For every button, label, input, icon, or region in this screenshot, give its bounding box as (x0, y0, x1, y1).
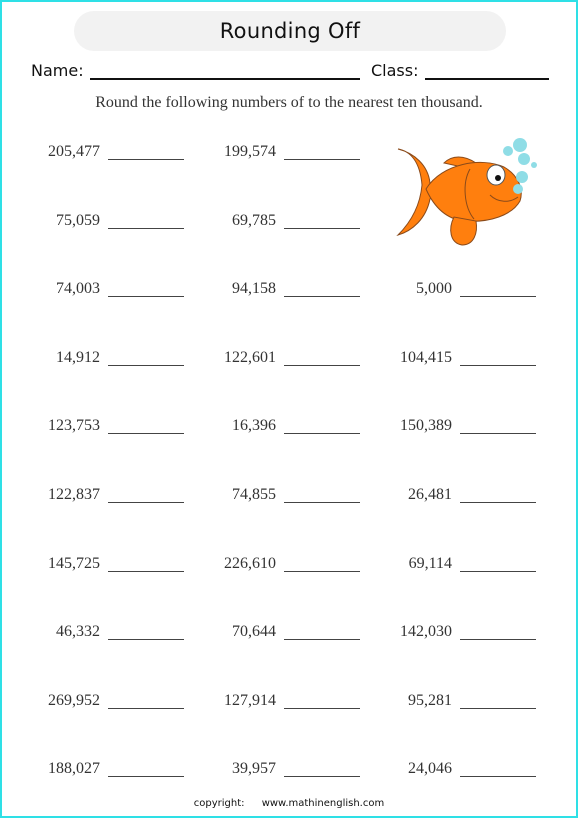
answer-blank[interactable] (284, 296, 360, 297)
answer-blank[interactable] (108, 228, 184, 229)
answer-blank[interactable] (108, 708, 184, 709)
answer-blank[interactable] (460, 776, 536, 777)
problem-number: 24,046 (408, 760, 452, 777)
problem-number: 123,753 (48, 417, 100, 434)
fish-icon (396, 148, 522, 246)
answer-blank[interactable] (284, 571, 360, 572)
problem-number: 269,952 (48, 692, 100, 709)
class-field[interactable] (425, 78, 549, 80)
page-title: Rounding Off (219, 19, 361, 43)
problem-number: 104,415 (400, 349, 452, 366)
answer-blank[interactable] (460, 708, 536, 709)
goldfish-illustration (396, 138, 537, 246)
answer-blank[interactable] (284, 159, 360, 160)
answer-blank[interactable] (108, 776, 184, 777)
problem-number: 127,914 (224, 692, 276, 709)
problem-number: 199,574 (224, 143, 276, 160)
problem-number: 14,912 (56, 349, 100, 366)
problem-number: 70,644 (232, 623, 276, 640)
answer-blank[interactable] (108, 433, 184, 434)
answer-blank[interactable] (460, 365, 536, 366)
problem-number: 74,855 (232, 486, 276, 503)
answer-blank[interactable] (460, 296, 536, 297)
answer-blank[interactable] (284, 502, 360, 503)
answer-blank[interactable] (284, 228, 360, 229)
problem-number: 46,332 (56, 623, 100, 640)
answer-blank[interactable] (108, 159, 184, 160)
problem-number: 150,389 (400, 417, 452, 434)
answer-blank[interactable] (108, 502, 184, 503)
problem-number: 74,003 (56, 280, 100, 297)
problem-number: 39,957 (232, 760, 276, 777)
answer-blank[interactable] (460, 639, 536, 640)
problem-number: 26,481 (408, 486, 452, 503)
footer: copyright: www.mathinenglish.com (0, 798, 578, 809)
problem-number: 75,059 (56, 212, 100, 229)
problem-number: 205,477 (48, 143, 100, 160)
answer-blank[interactable] (108, 639, 184, 640)
answer-blank[interactable] (284, 639, 360, 640)
problem-number: 226,610 (224, 555, 276, 572)
problem-number: 188,027 (48, 760, 100, 777)
answer-blank[interactable] (460, 433, 536, 434)
answer-blank[interactable] (284, 776, 360, 777)
name-field[interactable] (90, 78, 360, 80)
problem-number: 95,281 (408, 692, 452, 709)
copyright-label: copyright: (193, 798, 245, 809)
answer-blank[interactable] (460, 571, 536, 572)
title-banner: Rounding Off (74, 11, 506, 51)
problem-number: 94,158 (232, 280, 276, 297)
instructions: Round the following numbers of to the ne… (95, 94, 483, 111)
answer-blank[interactable] (108, 296, 184, 297)
problem-number: 122,837 (48, 486, 100, 503)
answer-blank[interactable] (108, 571, 184, 572)
class-label: Class: (371, 61, 419, 80)
answer-blank[interactable] (284, 708, 360, 709)
name-label: Name: (31, 61, 84, 80)
problem-number: 145,725 (48, 555, 100, 572)
answer-blank[interactable] (460, 502, 536, 503)
website-link[interactable]: www.mathinenglish.com (262, 798, 385, 809)
answer-blank[interactable] (284, 365, 360, 366)
answer-blank[interactable] (108, 365, 184, 366)
answer-blank[interactable] (284, 433, 360, 434)
problem-number: 5,000 (416, 280, 452, 297)
problem-number: 122,601 (224, 349, 276, 366)
problem-number: 142,030 (400, 623, 452, 640)
name-class-row: Name: Class: (31, 60, 551, 84)
problem-number: 69,114 (408, 555, 452, 572)
problem-number: 16,396 (232, 417, 276, 434)
problem-number: 69,785 (232, 212, 276, 229)
